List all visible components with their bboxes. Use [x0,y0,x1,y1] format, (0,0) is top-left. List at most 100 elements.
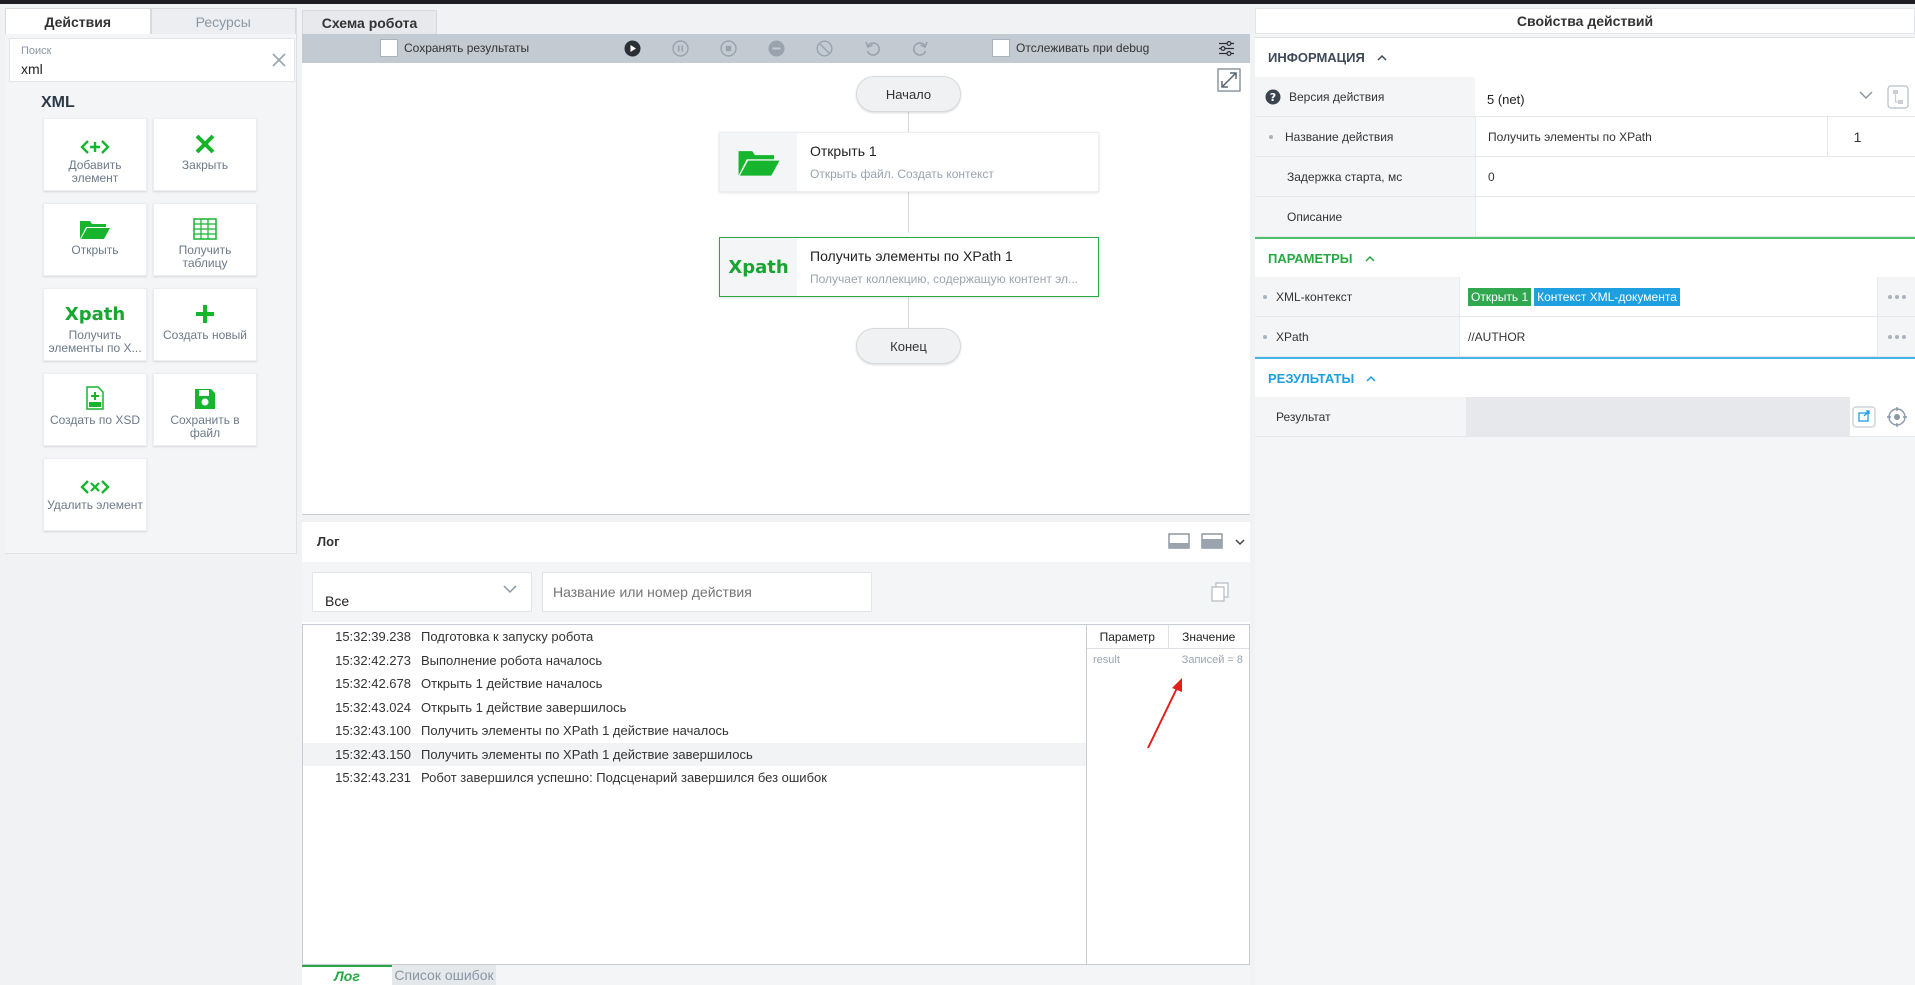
section-results[interactable]: РЕЗУЛЬТАТЫ [1255,357,1915,397]
log-row[interactable]: 15:32:43.100 Получить элементы по XPath 1… [303,719,1086,743]
block-icon[interactable] [816,40,833,57]
log-time: 15:32:43.150 [335,746,411,762]
tile-delete-element[interactable]: Удалить элемент [43,458,147,531]
tab-robot-schema[interactable]: Схема робота [302,10,437,34]
description-field[interactable] [1475,197,1887,236]
undo-icon[interactable] [864,40,881,57]
chevron-up-icon [1366,375,1376,382]
layout-half-icon[interactable] [1201,533,1223,549]
context-tag-xml-doc[interactable]: Контекст XML-документа [1534,287,1680,306]
tile-label: Получить элементы по X... [48,328,142,355]
log-text: Получить элементы по XPath 1 действие на… [421,723,729,739]
layout-bottom-icon[interactable] [1168,533,1190,549]
minus-circle-icon[interactable] [768,40,785,57]
log-time: 15:32:43.100 [335,723,411,739]
action-name-field[interactable]: Получить элементы по XPath [1475,117,1835,156]
section-info[interactable]: ИНФОРМАЦИЯ [1255,37,1915,77]
tile-add-element[interactable]: Добавить элемент [43,118,147,191]
action-number[interactable]: 1 [1827,117,1887,156]
log-text: Робот завершился успешно: Подсценарий за… [421,770,827,786]
tile-get-by-xpath[interactable]: Xpath Получить элементы по X... [43,288,147,361]
log-level-select[interactable]: Все [312,572,532,612]
track-debug-checkbox[interactable] [992,39,1010,57]
description-label: Описание [1287,209,1343,224]
group-title-xml: XML [41,94,75,111]
pause-icon[interactable] [672,40,689,57]
delete-element-icon [80,480,110,494]
node-description: Открыть файл. Создать контекст [810,167,994,181]
node-title: Получить элементы по XPath 1 [810,248,1013,264]
section-title: РЕЗУЛЬТАТЫ [1268,370,1355,386]
log-list[interactable]: 15:32:39.238 Подготовка к запуску робота … [302,624,1087,965]
tile-get-table[interactable]: Получить таблицу [153,203,257,276]
tile-open[interactable]: Открыть [43,203,147,276]
tile-label: Создать новый [163,328,247,342]
chevron-up-icon [1364,255,1375,262]
log-row[interactable]: 15:32:42.273 Выполнение робота началось [303,649,1086,673]
tab-actions[interactable]: Действия [5,8,151,34]
section-params[interactable]: ПАРАМЕТРЫ [1255,237,1915,277]
schema-toolbar: Сохранять результаты Отслеживать при deb… [302,34,1250,63]
help-icon[interactable]: ? [1265,89,1281,105]
expand-icon[interactable] [1217,68,1241,92]
redo-icon[interactable] [912,40,929,57]
version-select[interactable]: 5 (net) [1475,77,1885,116]
log-time: 15:32:39.238 [335,629,411,645]
copy-icon[interactable] [1211,582,1229,602]
search-input[interactable] [21,61,261,77]
flowchart-icon[interactable] [1887,85,1909,109]
node-description: Получает коллекцию, содержащую контент э… [810,272,1079,286]
log-row[interactable]: 15:32:43.024 Открыть 1 действие завершило… [303,696,1086,720]
tile-label: Добавить элемент [68,158,122,185]
chevron-down-icon [1859,91,1873,100]
export-icon[interactable] [1852,406,1876,428]
tab-error-list[interactable]: Список ошибок [392,965,496,985]
log-row[interactable]: 15:32:43.231 Робот завершился успешно: По… [303,766,1086,790]
xml-context-field[interactable]: Открыть 1 Контекст XML-документа [1459,277,1877,316]
log-title: Лог [317,534,340,549]
save-results-checkbox[interactable] [380,39,398,57]
schema-canvas[interactable]: Начало Открыть 1 Открыть файл. Создать к… [302,63,1250,515]
log-row-selected[interactable]: 15:32:43.150 Получить элементы по XPath 1… [303,742,1086,766]
tile-create-new[interactable]: Создать новый [153,288,257,361]
section-title: ИНФОРМАЦИЯ [1268,50,1365,65]
actions-panel: Действия Ресурсы Поиск XML Добавить элем… [5,8,297,554]
tile-close[interactable]: Закрыть [153,118,257,191]
close-icon[interactable] [270,51,288,69]
tab-resources[interactable]: Ресурсы [150,8,296,34]
target-icon[interactable] [1887,407,1907,427]
settings-sliders-icon[interactable] [1218,40,1235,57]
action-name-input[interactable] [542,572,872,612]
tab-log[interactable]: Лог [302,965,392,985]
node-xpath-1[interactable]: Xpath Получить элементы по XPath 1 Получ… [719,237,1099,297]
node-open-1[interactable]: Открыть 1 Открыть файл. Создать контекст [719,132,1099,192]
result-label: Результат [1276,409,1331,424]
result-field[interactable] [1466,397,1850,436]
context-tag-open[interactable]: Открыть 1 [1468,287,1532,306]
param-row[interactable]: result Записей = 8 [1087,649,1249,671]
log-panel: Лог Все 15:32:39.238 Подготовка к запуску… [302,522,1250,985]
log-text: Получить элементы по XPath 1 действие за… [421,746,753,762]
param-name: result [1093,654,1120,666]
chevron-down-icon[interactable] [1235,539,1245,546]
end-node[interactable]: Конец [856,328,961,364]
tile-label: Удалить элемент [47,498,143,512]
stop-icon[interactable] [720,40,737,57]
properties-panel: Свойства действий ИНФОРМАЦИЯ ? Версия де… [1255,8,1915,985]
param-value: Записей = 8 [1181,654,1243,666]
play-icon[interactable] [624,40,641,57]
section-title: ПАРАМЕТРЫ [1268,250,1353,266]
more-options-icon[interactable] [1877,277,1915,316]
tile-save-to-file[interactable]: Сохранить в файл [153,373,257,446]
chevron-up-icon [1377,54,1387,61]
log-row[interactable]: 15:32:42.678 Открыть 1 действие началось [303,672,1086,696]
tile-create-by-xsd[interactable]: Создать по XSD [43,373,147,446]
log-row[interactable]: 15:32:39.238 Подготовка к запуску робота [303,625,1086,649]
more-options-icon[interactable] [1877,317,1915,356]
xpath-field[interactable]: //AUTHOR [1459,317,1877,356]
log-text: Выполнение робота началось [421,652,603,668]
delay-field[interactable]: 0 [1475,157,1887,196]
start-node[interactable]: Начало [856,76,961,112]
log-time: 15:32:42.273 [335,652,411,668]
log-level-value: Все [325,593,350,609]
